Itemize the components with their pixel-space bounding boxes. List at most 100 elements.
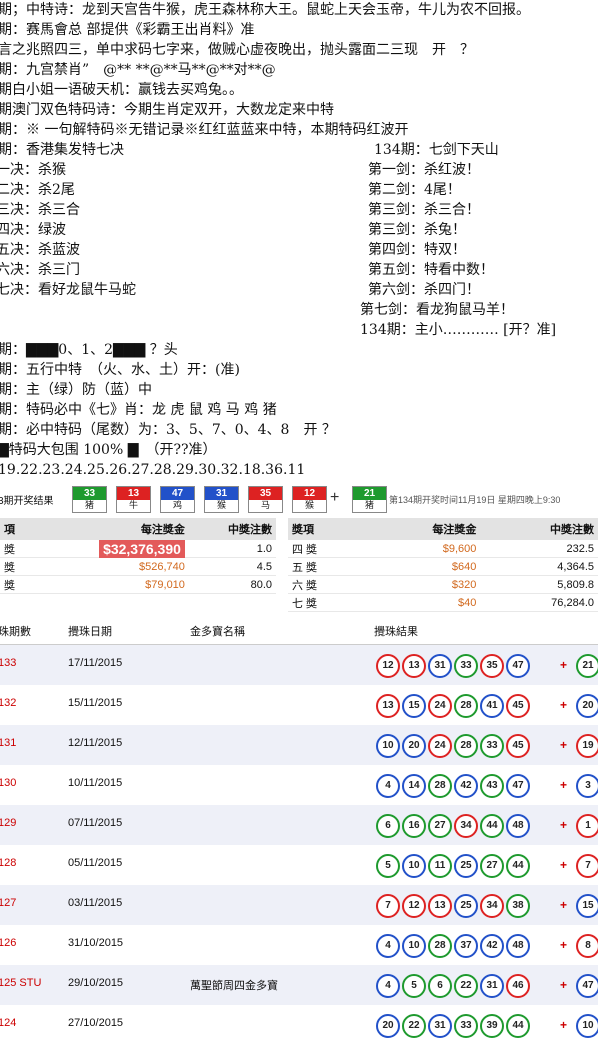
prize-amount: $640: [362, 557, 481, 576]
drawn-ball: 47: [506, 774, 530, 798]
drawn-ball: 10: [376, 734, 400, 758]
special-ball: 47: [576, 974, 598, 998]
col-header: 中獎注數: [188, 518, 276, 540]
col-header: 中獎注數: [480, 518, 598, 540]
col-header: 每注獎金: [31, 518, 189, 540]
col-header: 珠期數: [0, 626, 31, 638]
drawn-ball: 7: [376, 894, 400, 918]
plus-icon: +: [560, 738, 568, 752]
list-item: 二决：杀2尾: [0, 182, 75, 198]
history-header: 珠期數 攪珠日期 金多寶名稱 攪珠結果: [0, 620, 598, 645]
plus-icon: +: [560, 978, 568, 992]
table-row[interactable]: 128 05/11/2015 5 10 11 25 27 44 +7: [0, 845, 598, 885]
strip-label: 3期开奖结果: [0, 496, 54, 507]
table-row[interactable]: 132 15/11/2015 13 15 24 28 41 45 +20: [0, 685, 598, 725]
plus-icon: +: [560, 938, 568, 952]
result-ball: 47 鸡: [160, 486, 195, 513]
next-draw-info: 第134期开奖时间11月19日 星期四晚上9:30: [389, 495, 561, 505]
prize-name: 五 獎: [288, 557, 363, 576]
drawn-ball: 14: [402, 774, 426, 798]
draw-id: 127: [0, 897, 17, 909]
drawn-ball: 45: [506, 734, 530, 758]
drawn-ball: 35: [480, 654, 504, 678]
drawn-ball: 43: [480, 774, 504, 798]
drawn-ball: 28: [454, 734, 478, 758]
table-row[interactable]: 133 17/11/2015 12 13 31 33 35 47 +21: [0, 645, 598, 685]
table-row[interactable]: 125 STU 29/10/2015 萬聖節周四金多寶 4 5 6 22 31 46 +47: [0, 965, 598, 1005]
col-header: 攪珠日期: [68, 626, 112, 638]
ball-zodiac: 猪: [364, 500, 374, 510]
table-row[interactable]: 124 27/10/2015 20 22 31 33 39 44 +10: [0, 1005, 598, 1045]
prize-name: 六 獎: [288, 575, 363, 594]
plus-icon: +: [560, 1018, 568, 1032]
result-ball: 33 猪: [72, 486, 107, 513]
prize-count: 80.0: [188, 575, 276, 594]
drawn-ball: 25: [454, 854, 478, 878]
prize-name: 獎: [0, 540, 32, 558]
prize-amount: $9,600: [362, 540, 481, 558]
list-item: 第三剑：杀三合！: [368, 202, 480, 218]
draw-date: 05/11/2015: [68, 857, 123, 869]
list-item: 一决：杀猴: [0, 162, 66, 178]
ball-number: 35: [249, 487, 282, 500]
draw-date: 07/11/2015: [68, 817, 123, 829]
drawn-ball: 24: [428, 734, 452, 758]
plus-icon: +: [560, 858, 568, 872]
plus-icon: +: [560, 658, 568, 672]
prize-amount: $40: [362, 593, 481, 612]
ball-zodiac: 鸡: [172, 500, 182, 510]
table-row[interactable]: 126 31/10/2015 4 10 28 37 42 48 +8: [0, 925, 598, 965]
text-line: 期：※ 一句解特码※无错记录※红红蓝蓝来中特，本期特码红波开: [0, 122, 409, 138]
table-row[interactable]: 130 10/11/2015 4 14 28 42 43 47 +3: [0, 765, 598, 805]
text-line: 期白小姐一语破天机：赢钱去买鸡兔。。: [0, 82, 243, 98]
table-row[interactable]: 131 12/11/2015 10 20 24 28 33 45 +19: [0, 725, 598, 765]
ball-number: 13: [117, 487, 150, 500]
result-ball: 31 猴: [204, 486, 239, 513]
list-item: 四决：绿波: [0, 222, 66, 238]
table-row[interactable]: 127 03/11/2015 7 12 13 25 34 38 +15: [0, 885, 598, 925]
result-ball: 12 猴: [292, 486, 327, 513]
drawn-ball: 34: [480, 894, 504, 918]
jackpot-name: 萬聖節周四金多寶: [190, 980, 278, 992]
drawn-ball: 33: [480, 734, 504, 758]
drawn-ball: 46: [506, 974, 530, 998]
table-row[interactable]: 129 07/11/2015 6 16 27 34 44 48 +1: [0, 805, 598, 845]
drawn-ball: 16: [402, 814, 426, 838]
list-item: 三决：杀三合: [0, 202, 80, 218]
col-header: 每注獎金: [362, 518, 481, 540]
special-ball: 19: [576, 734, 598, 758]
draw-date: 10/11/2015: [68, 777, 123, 789]
drawn-ball: 31: [428, 1014, 452, 1038]
drawn-ball: 42: [480, 934, 504, 958]
drawn-ball: 12: [376, 654, 400, 678]
drawn-ball: 45: [506, 694, 530, 718]
draw-id: 129: [0, 817, 17, 829]
text-line: 期：特码必中《七》肖：龙 虎 鼠 鸡 马 鸡 猪: [0, 402, 277, 418]
prize-name: 四 獎: [288, 540, 363, 558]
drawn-ball: 39: [480, 1014, 504, 1038]
draw-date: 27/10/2015: [68, 1017, 124, 1029]
list-item: 第六剑：杀四门！: [368, 282, 480, 298]
special-ball: 8: [576, 934, 598, 958]
col-header: 獎項: [288, 518, 363, 540]
ball-zodiac: 猴: [304, 500, 314, 510]
text-line: 期；中特诗：龙到天宫告牛猴，虎王森林称大王。鼠蛇上天会玉帝，牛儿为农不回报。: [0, 2, 530, 18]
list-item: 第三剑：杀兔！: [368, 222, 466, 238]
drawn-ball: 48: [506, 934, 530, 958]
plus-icon: +: [560, 778, 568, 792]
ball-number: 31: [205, 487, 238, 500]
special-ball: 15: [576, 894, 598, 918]
drawn-ball: 41: [480, 694, 504, 718]
drawn-ball: 5: [402, 974, 426, 998]
text-line: 期：赛馬會总 部提供《彩霸王出肖料》准: [0, 22, 255, 38]
drawn-ball: 22: [402, 1014, 426, 1038]
drawn-ball: 20: [402, 734, 426, 758]
special-ball: 20: [576, 694, 598, 718]
drawn-ball: 4: [376, 934, 400, 958]
list-item: 134期：主小………… [开？准]: [360, 322, 557, 338]
drawn-ball: 44: [480, 814, 504, 838]
result-ball: 35 马: [248, 486, 283, 513]
drawn-ball: 27: [480, 854, 504, 878]
draw-id: 126: [0, 937, 17, 949]
text-line: 期：主（绿）防（蓝）中: [0, 382, 152, 398]
